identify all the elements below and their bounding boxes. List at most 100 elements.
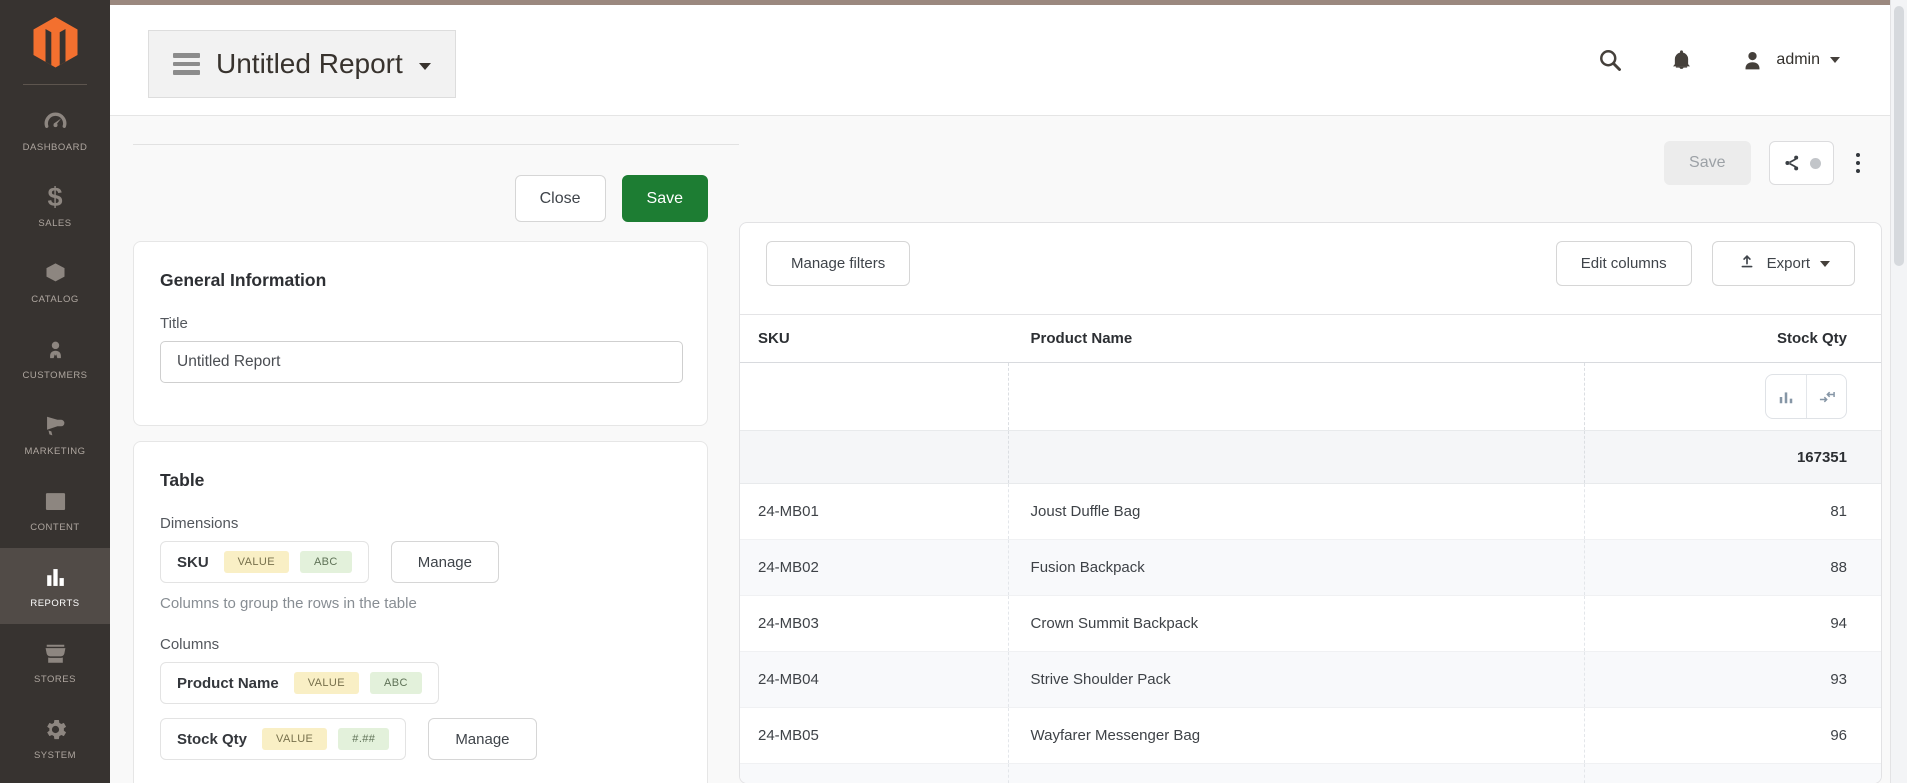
abc-chip: ABC <box>299 551 352 573</box>
sidebar-divider <box>23 84 87 85</box>
cell-qty: 93 <box>1830 671 1847 688</box>
share-icon <box>1784 155 1798 171</box>
export-caret-icon <box>1820 260 1830 267</box>
user-caret-icon <box>1830 57 1840 63</box>
reports-chart-icon <box>42 564 69 591</box>
content-layout-icon <box>42 488 69 515</box>
search-icon[interactable] <box>1597 47 1624 74</box>
cell-product: Fusion Backpack <box>1009 540 1586 595</box>
sidebar-item-dashboard[interactable]: DASHBOARD <box>0 92 110 168</box>
export-button[interactable]: Export <box>1711 241 1855 286</box>
general-information-heading: General Information <box>160 270 327 290</box>
title-input[interactable] <box>160 341 683 383</box>
magento-admin-screen: DASHBOARD $ SALES CATALOG CUSTOMERS MARK… <box>0 0 1907 783</box>
table-row[interactable]: 24-MB01 Joust Duffle Bag 81 <box>740 484 1881 540</box>
share-status-dot <box>1809 157 1821 169</box>
dimension-field-sku[interactable]: SKU VALUE ABC <box>160 541 369 583</box>
report-actions: Save <box>1664 141 1864 185</box>
table-settings-card: Table Dimensions SKU VALUE ABC Manage Co… <box>133 441 708 783</box>
sidebar-item-system[interactable]: SYSTEM <box>0 700 110 776</box>
sidebar-item-stores[interactable]: STORES <box>0 624 110 700</box>
number-format-chip: #.## <box>338 728 390 750</box>
table-header-row: SKU Product Name Stock Qty <box>740 314 1881 363</box>
edit-columns-button[interactable]: Edit columns <box>1555 241 1692 286</box>
page-scrollbar[interactable] <box>1890 0 1907 783</box>
report-save-button[interactable]: Save <box>1664 141 1751 185</box>
page-title: Untitled Report <box>216 48 403 79</box>
table-row[interactable]: 24-MB04 Strive Shoulder Pack 93 <box>740 652 1881 708</box>
title-label: Title <box>160 315 188 332</box>
magento-logo-icon[interactable] <box>0 0 110 84</box>
scrollbar-thumb[interactable] <box>1894 6 1904 266</box>
cell-qty: 88 <box>1830 559 1847 576</box>
sidebar-item-reports[interactable]: REPORTS <box>0 548 110 624</box>
sidebar: DASHBOARD $ SALES CATALOG CUSTOMERS MARK… <box>0 0 110 783</box>
filter-cell-product[interactable] <box>1009 363 1586 430</box>
system-gear-icon <box>42 716 69 743</box>
dimensions-label: Dimensions <box>160 515 239 532</box>
close-button[interactable]: Close <box>514 175 606 222</box>
table-row[interactable]: 24-MB05 Wayfarer Messenger Bag 96 <box>740 708 1881 764</box>
manage-dimensions-button[interactable]: Manage <box>390 541 499 583</box>
cell-sku: 24-MB02 <box>740 540 1009 595</box>
marketing-megaphone-icon <box>42 412 69 439</box>
value-chip: VALUE <box>223 551 289 573</box>
user-name: admin <box>1776 51 1820 68</box>
cell-sku: 24-MB05 <box>740 708 1009 763</box>
customers-person-icon <box>42 336 69 363</box>
chevron-down-icon <box>418 62 431 70</box>
header-sku[interactable]: SKU <box>740 315 1009 362</box>
sidebar-item-customers[interactable]: CUSTOMERS <box>0 320 110 396</box>
filter-cell-sku[interactable] <box>740 363 1009 430</box>
sidebar-item-catalog[interactable]: CATALOG <box>0 244 110 320</box>
columns-label: Columns <box>160 636 220 653</box>
sidebar-item-content[interactable]: CONTENT <box>0 472 110 548</box>
stores-storefront-icon <box>42 640 69 667</box>
cell-qty: 96 <box>1830 727 1847 744</box>
dimensions-help-text: Columns to group the rows in the table <box>160 595 417 612</box>
cell-product: Crown Summit Backpack <box>1009 596 1586 651</box>
sales-dollar-icon: $ <box>47 181 63 212</box>
report-title-menu[interactable]: Untitled Report <box>148 30 456 98</box>
save-button[interactable]: Save <box>621 175 708 222</box>
table-row[interactable]: 24-MB03 Crown Summit Backpack 94 <box>740 596 1881 652</box>
table-row[interactable]: 24-MB02 Fusion Backpack 88 <box>740 540 1881 596</box>
cell-sku: 24-MB04 <box>740 652 1009 707</box>
general-information-card: General Information Title <box>133 241 708 426</box>
sidebar-item-sales[interactable]: $ SALES <box>0 168 110 244</box>
notifications-bell-icon[interactable] <box>1668 47 1695 74</box>
manage-columns-button[interactable]: Manage <box>428 718 537 760</box>
cell-qty: 94 <box>1830 615 1847 632</box>
editor-actions: Close Save <box>133 175 708 222</box>
sidebar-item-marketing[interactable]: MARKETING <box>0 396 110 472</box>
cell-sku: 24-MB01 <box>740 484 1009 539</box>
value-chip: VALUE <box>293 672 359 694</box>
table-filter-row <box>740 363 1881 431</box>
export-upload-icon <box>1737 252 1757 276</box>
dashboard-gauge-icon <box>42 108 69 135</box>
merge-arrows-toggle-icon[interactable] <box>1806 375 1846 418</box>
manage-filters-button[interactable]: Manage filters <box>766 241 911 286</box>
cell-product: Wayfarer Messenger Bag <box>1009 708 1586 763</box>
editor-divider <box>133 144 739 145</box>
more-options-kebab-icon[interactable] <box>1852 147 1865 180</box>
header-stock-qty[interactable]: Stock Qty <box>1585 315 1881 362</box>
user-menu[interactable]: admin <box>1739 47 1840 74</box>
menu-icon <box>173 53 200 75</box>
table-total-row: 167351 <box>740 431 1881 484</box>
qty-view-toggle <box>1765 374 1847 419</box>
bar-chart-toggle-icon[interactable] <box>1766 375 1806 418</box>
cell-sku: 24-MB03 <box>740 596 1009 651</box>
cell-qty: 81 <box>1830 503 1847 520</box>
column-field-stock-qty[interactable]: Stock Qty VALUE #.## <box>160 718 407 760</box>
main-content: Save Close Save General Information Titl… <box>110 115 1890 783</box>
abc-chip: ABC <box>369 672 422 694</box>
share-button[interactable] <box>1768 141 1834 185</box>
header-product-name[interactable]: Product Name <box>1009 315 1586 362</box>
catalog-box-icon <box>42 260 69 287</box>
total-stock-qty: 167351 <box>1796 448 1847 466</box>
user-avatar-icon <box>1739 47 1766 74</box>
column-field-product-name[interactable]: Product Name VALUE ABC <box>160 662 439 704</box>
report-toolbar: Manage filters Edit columns Export <box>740 223 1881 314</box>
table-row-partial <box>740 764 1881 783</box>
